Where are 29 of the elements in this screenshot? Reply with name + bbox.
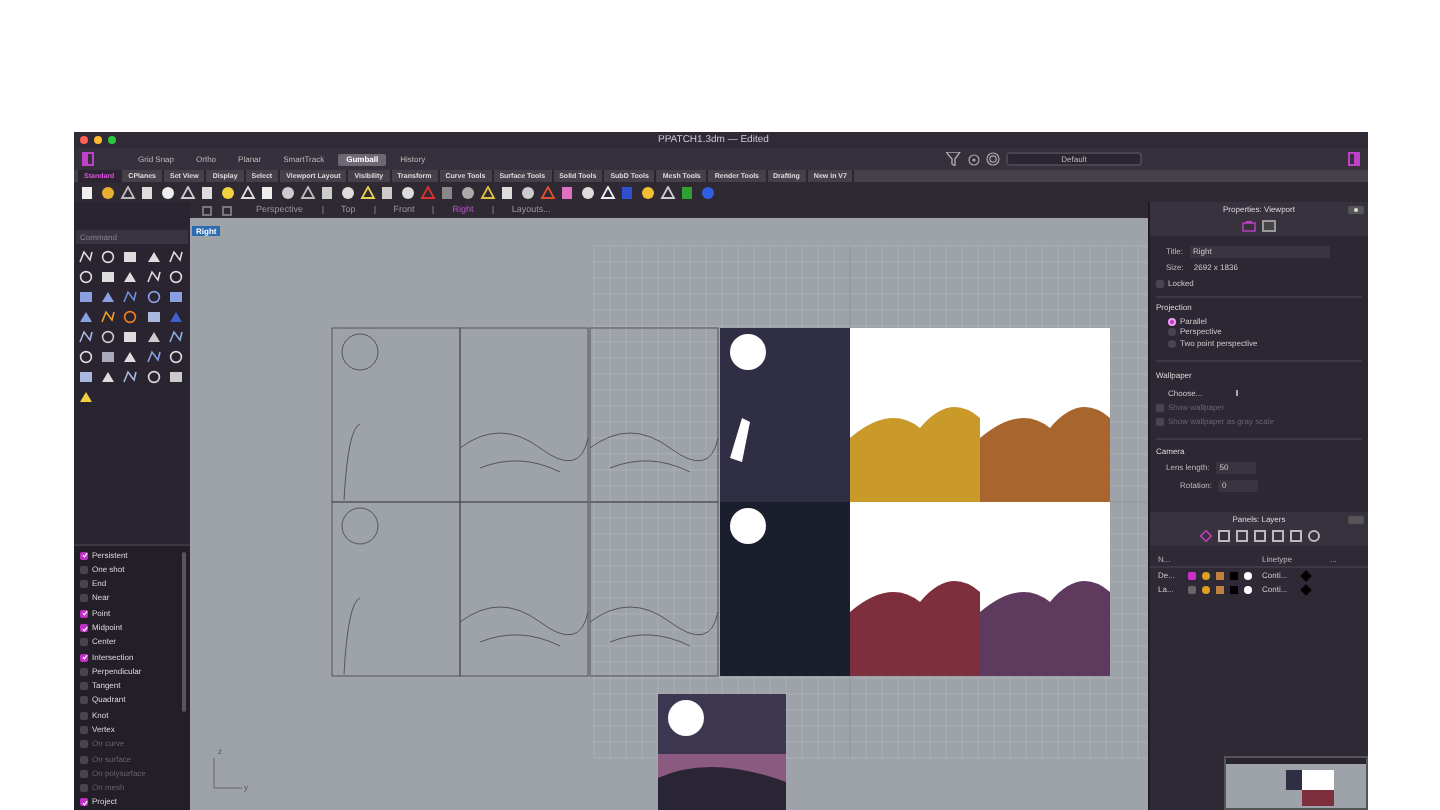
checkbox[interactable] bbox=[80, 565, 88, 574]
illustration-artboard-drawing bbox=[658, 694, 786, 810]
target-icon[interactable] bbox=[986, 152, 1000, 166]
checkbox[interactable] bbox=[80, 682, 88, 691]
viewport-icon[interactable] bbox=[1262, 220, 1276, 232]
grid-view-icon[interactable] bbox=[202, 205, 212, 215]
layer-color-swatch[interactable] bbox=[1230, 586, 1238, 594]
checkbox[interactable] bbox=[80, 726, 88, 735]
checkbox[interactable] bbox=[80, 711, 88, 720]
close-button[interactable] bbox=[80, 136, 88, 144]
checkbox[interactable] bbox=[80, 798, 88, 807]
layer-color-swatch[interactable] bbox=[1230, 572, 1238, 580]
zoom-button[interactable] bbox=[108, 136, 116, 144]
checkbox[interactable] bbox=[80, 696, 88, 705]
scrollbar[interactable] bbox=[182, 552, 186, 712]
filter-icon[interactable] bbox=[946, 152, 962, 166]
checkbox[interactable] bbox=[80, 667, 88, 676]
minimize-button[interactable] bbox=[94, 136, 102, 144]
checkbox[interactable] bbox=[80, 551, 88, 560]
checkbox[interactable] bbox=[80, 638, 88, 647]
radio-button[interactable] bbox=[1168, 317, 1176, 326]
checkbox[interactable] bbox=[80, 624, 88, 633]
checkbox[interactable] bbox=[80, 653, 88, 662]
axis-icon bbox=[213, 757, 243, 789]
checkbox[interactable] bbox=[80, 594, 88, 603]
single-view-icon[interactable] bbox=[222, 205, 232, 215]
checkbox[interactable] bbox=[80, 609, 88, 618]
camera-icon[interactable] bbox=[1242, 220, 1256, 232]
checkbox[interactable] bbox=[80, 580, 88, 589]
